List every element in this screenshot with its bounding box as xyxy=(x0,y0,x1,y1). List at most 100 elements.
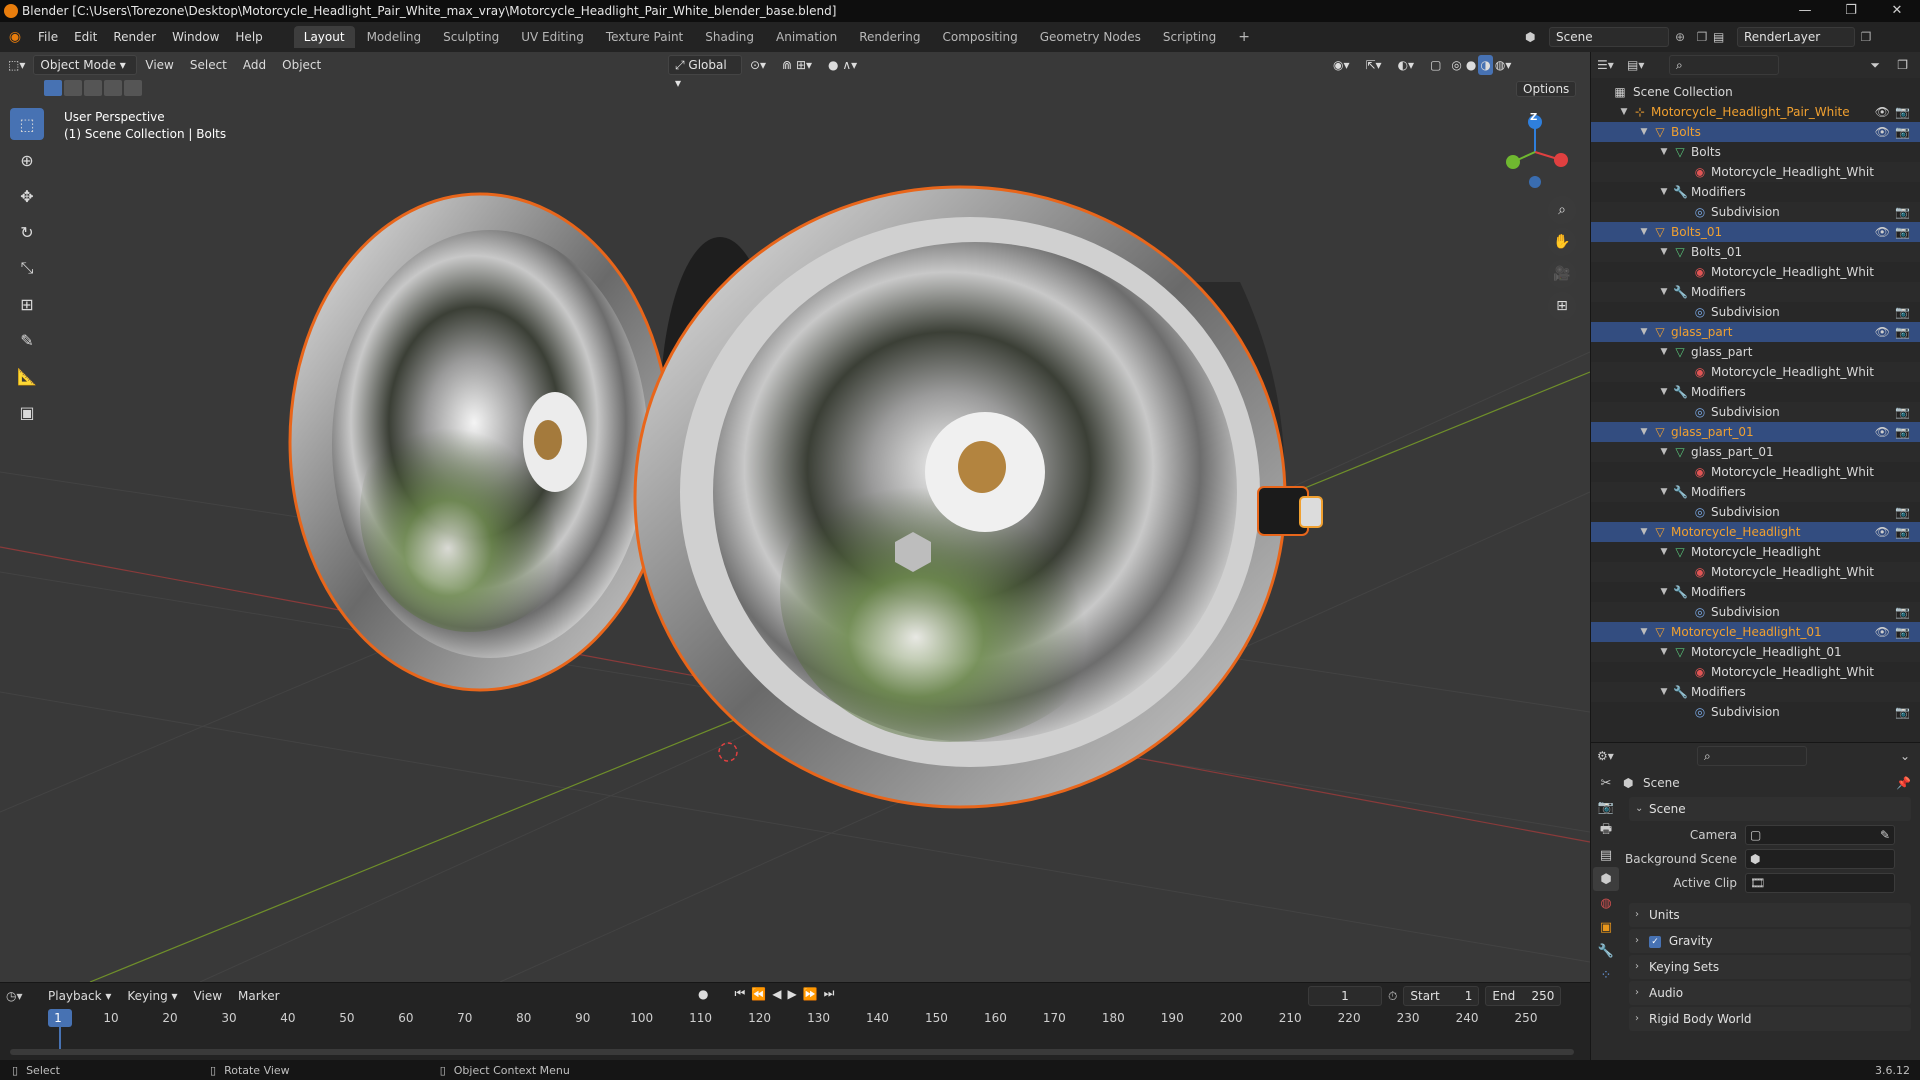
outliner-row[interactable]: ▼ ▽ glass_part 👁 📷 xyxy=(1591,322,1920,342)
outliner-row[interactable]: ◎ Subdivision 📷 xyxy=(1591,402,1920,422)
render-camera-icon[interactable]: 📷 xyxy=(1895,122,1910,142)
rotate-tool-icon[interactable]: ↻ xyxy=(10,216,44,248)
render-camera-icon[interactable]: 📷 xyxy=(1895,522,1910,542)
audio-panel-header[interactable]: › Audio xyxy=(1629,981,1911,1005)
gizmo-toggle-icon[interactable]: ⇱▾ xyxy=(1358,55,1390,75)
expand-arrow-icon[interactable]: ▼ xyxy=(1659,182,1669,202)
mode-selector[interactable]: Object Mode ▾ xyxy=(33,55,138,75)
xray-toggle-icon[interactable]: ▢ xyxy=(1422,55,1449,75)
options-button[interactable]: Options xyxy=(1516,80,1577,98)
render-camera-icon[interactable]: 📷 xyxy=(1895,622,1910,642)
move-tool-icon[interactable]: ✥ xyxy=(10,180,44,212)
blender-menu-icon[interactable]: ◉ xyxy=(0,29,30,45)
outliner-row[interactable]: ▼ ▽ Motorcycle_Headlight xyxy=(1591,542,1920,562)
expand-arrow-icon[interactable]: ▼ xyxy=(1639,622,1649,642)
outliner-row[interactable]: ▼ ▽ Motorcycle_Headlight_01 xyxy=(1591,642,1920,662)
render-camera-icon[interactable]: 📷 xyxy=(1895,322,1910,342)
snap-icon[interactable]: ⋒ ⊞▾ xyxy=(774,55,820,75)
visibility-eye-icon[interactable]: 👁 xyxy=(1875,422,1890,442)
outliner-row[interactable]: ◎ Subdivision 📷 xyxy=(1591,602,1920,622)
expand-arrow-icon[interactable]: ▼ xyxy=(1659,642,1669,662)
gravity-checkbox[interactable]: ✓ xyxy=(1649,935,1661,948)
tab-uv-editing[interactable]: UV Editing xyxy=(511,26,594,48)
gravity-panel-header[interactable]: › ✓ Gravity xyxy=(1629,929,1911,953)
shading-rendered-icon[interactable]: ◍▾ xyxy=(1493,55,1514,75)
tab-animation[interactable]: Animation xyxy=(766,26,847,48)
menu-view[interactable]: View xyxy=(137,55,181,75)
tool-tab-icon[interactable]: ✂ xyxy=(1593,771,1619,795)
outliner-row[interactable]: ▼ ▽ Bolts xyxy=(1591,142,1920,162)
world-tab-icon[interactable]: ◍ xyxy=(1593,891,1619,915)
menu-file[interactable]: File xyxy=(30,30,66,44)
outliner-row[interactable]: ▼ ▽ Bolts 👁 📷 xyxy=(1591,122,1920,142)
close-button[interactable]: ✕ xyxy=(1874,0,1920,22)
outliner-row[interactable]: ▼ ▽ Bolts_01 👁 📷 xyxy=(1591,222,1920,242)
navigation-gizmo[interactable]: Z xyxy=(1495,110,1575,190)
expand-arrow-icon[interactable]: ▼ xyxy=(1639,422,1649,442)
overlays-toggle-icon[interactable]: ◐▾ xyxy=(1390,55,1423,75)
new-collection-icon[interactable]: ❐ xyxy=(1897,58,1908,72)
shading-wireframe-icon[interactable]: ◎ xyxy=(1449,55,1463,75)
select-new-icon[interactable] xyxy=(44,80,62,96)
render-layer-new-icon[interactable]: ❐ xyxy=(1855,30,1877,44)
rigid-body-world-panel-header[interactable]: › Rigid Body World xyxy=(1629,1007,1911,1031)
render-camera-icon[interactable]: 📷 xyxy=(1895,422,1910,442)
object-tab-icon[interactable]: ▣ xyxy=(1593,915,1619,939)
tab-rendering[interactable]: Rendering xyxy=(849,26,930,48)
menu-help[interactable]: Help xyxy=(227,30,270,44)
properties-options-icon[interactable]: ⌄ xyxy=(1900,749,1910,763)
expand-arrow-icon[interactable]: ▼ xyxy=(1639,222,1649,242)
shading-solid-icon[interactable]: ● xyxy=(1464,55,1478,75)
outliner-row[interactable]: ◉ Motorcycle_Headlight_Whit xyxy=(1591,562,1920,582)
menu-render[interactable]: Render xyxy=(105,30,164,44)
select-invert-icon[interactable] xyxy=(104,80,122,96)
outliner-row[interactable]: ▼ 🔧 Modifiers xyxy=(1591,482,1920,502)
add-cube-tool-icon[interactable]: ▣ xyxy=(10,396,44,428)
scene-field[interactable]: Scene xyxy=(1549,27,1669,47)
measure-tool-icon[interactable]: 📐 xyxy=(10,360,44,392)
editor-type-icon[interactable]: ⬚▾ xyxy=(0,55,33,75)
minimize-button[interactable]: — xyxy=(1782,0,1828,22)
view-layer-icon[interactable]: ▤ xyxy=(1713,30,1737,44)
outliner-row[interactable]: ▼ 🔧 Modifiers xyxy=(1591,282,1920,302)
outliner-row[interactable]: ▼ ▽ Motorcycle_Headlight 👁 📷 xyxy=(1591,522,1920,542)
render-layer-field[interactable]: RenderLayer xyxy=(1737,27,1855,47)
expand-arrow-icon[interactable]: ▼ xyxy=(1659,282,1669,302)
pan-hand-icon[interactable]: ✋ xyxy=(1548,228,1576,256)
visibility-eye-icon[interactable]: 👁 xyxy=(1875,122,1890,142)
render-camera-icon[interactable]: 📷 xyxy=(1895,602,1910,622)
camera-field[interactable]: ▢ ✎ xyxy=(1745,825,1895,845)
render-camera-icon[interactable]: 📷 xyxy=(1895,202,1910,222)
outliner-row[interactable]: ▼ ▽ glass_part_01 👁 📷 xyxy=(1591,422,1920,442)
shading-material-icon[interactable]: ◑ xyxy=(1478,55,1493,75)
outliner-display-mode-icon[interactable]: ▤▾ xyxy=(1627,58,1655,72)
output-tab-icon[interactable]: 🖶 xyxy=(1593,819,1619,843)
tab-modeling[interactable]: Modeling xyxy=(357,26,432,48)
menu-window[interactable]: Window xyxy=(164,30,227,44)
visibility-eye-icon[interactable]: 👁 xyxy=(1875,622,1890,642)
scene-new-icon[interactable]: ❐ xyxy=(1691,30,1713,44)
camera-view-icon[interactable]: 🎥 xyxy=(1548,260,1576,288)
scene-pin-icon[interactable]: ⊕ xyxy=(1669,30,1691,44)
select-box-tool-icon[interactable]: ⬚ xyxy=(10,108,44,140)
expand-arrow-icon[interactable]: ▼ xyxy=(1659,342,1669,362)
visibility-icon[interactable]: ◉▾ xyxy=(1325,55,1358,75)
background-scene-field[interactable]: ⬢ xyxy=(1745,849,1895,869)
outliner-row[interactable]: ◉ Motorcycle_Headlight_Whit xyxy=(1591,162,1920,182)
outliner-row[interactable]: ▼ 🔧 Modifiers xyxy=(1591,182,1920,202)
tab-sculpting[interactable]: Sculpting xyxy=(433,26,509,48)
scene-panel-header[interactable]: ⌄ Scene xyxy=(1629,797,1911,821)
transform-tool-icon[interactable]: ⊞ xyxy=(10,288,44,320)
visibility-eye-icon[interactable]: 👁 xyxy=(1875,102,1890,122)
outliner-row[interactable]: ◉ Motorcycle_Headlight_Whit xyxy=(1591,262,1920,282)
outliner-row[interactable]: ▼ 🔧 Modifiers xyxy=(1591,682,1920,702)
expand-arrow-icon[interactable]: ▼ xyxy=(1639,122,1649,142)
visibility-eye-icon[interactable]: 👁 xyxy=(1875,322,1890,342)
modifier-tab-icon[interactable]: 🔧 xyxy=(1593,939,1619,963)
units-panel-header[interactable]: › Units xyxy=(1629,903,1911,927)
render-camera-icon[interactable]: 📷 xyxy=(1895,222,1910,242)
expand-arrow-icon[interactable]: ▼ xyxy=(1619,102,1629,122)
render-camera-icon[interactable]: 📷 xyxy=(1895,502,1910,522)
select-extend-icon[interactable] xyxy=(64,80,82,96)
outliner-row[interactable]: ▼ ▽ Bolts_01 xyxy=(1591,242,1920,262)
